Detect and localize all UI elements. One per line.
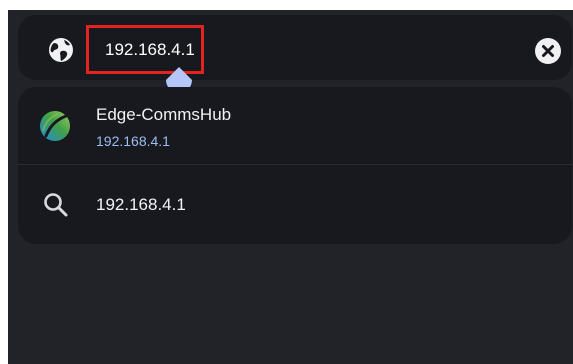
suggestion-item-search[interactable]: 192.168.4.1 <box>18 165 572 244</box>
search-icon <box>42 191 70 219</box>
browser-screen: 192.168.4.1 Edge-CommsHub 192.168.4.1 19… <box>8 10 573 364</box>
suggestion-item-site[interactable]: Edge-CommsHub 192.168.4.1 <box>18 87 572 165</box>
address-bar[interactable]: 192.168.4.1 <box>18 15 572 80</box>
suggestion-list: Edge-CommsHub 192.168.4.1 192.168.4.1 <box>18 87 572 244</box>
globe-icon <box>48 37 74 63</box>
suggestion-query: 192.168.4.1 <box>96 195 186 214</box>
close-icon[interactable] <box>535 38 561 64</box>
site-logo-icon <box>38 109 72 143</box>
suggestion-url: 192.168.4.1 <box>96 133 170 149</box>
suggestion-title: Edge-CommsHub <box>96 105 232 124</box>
